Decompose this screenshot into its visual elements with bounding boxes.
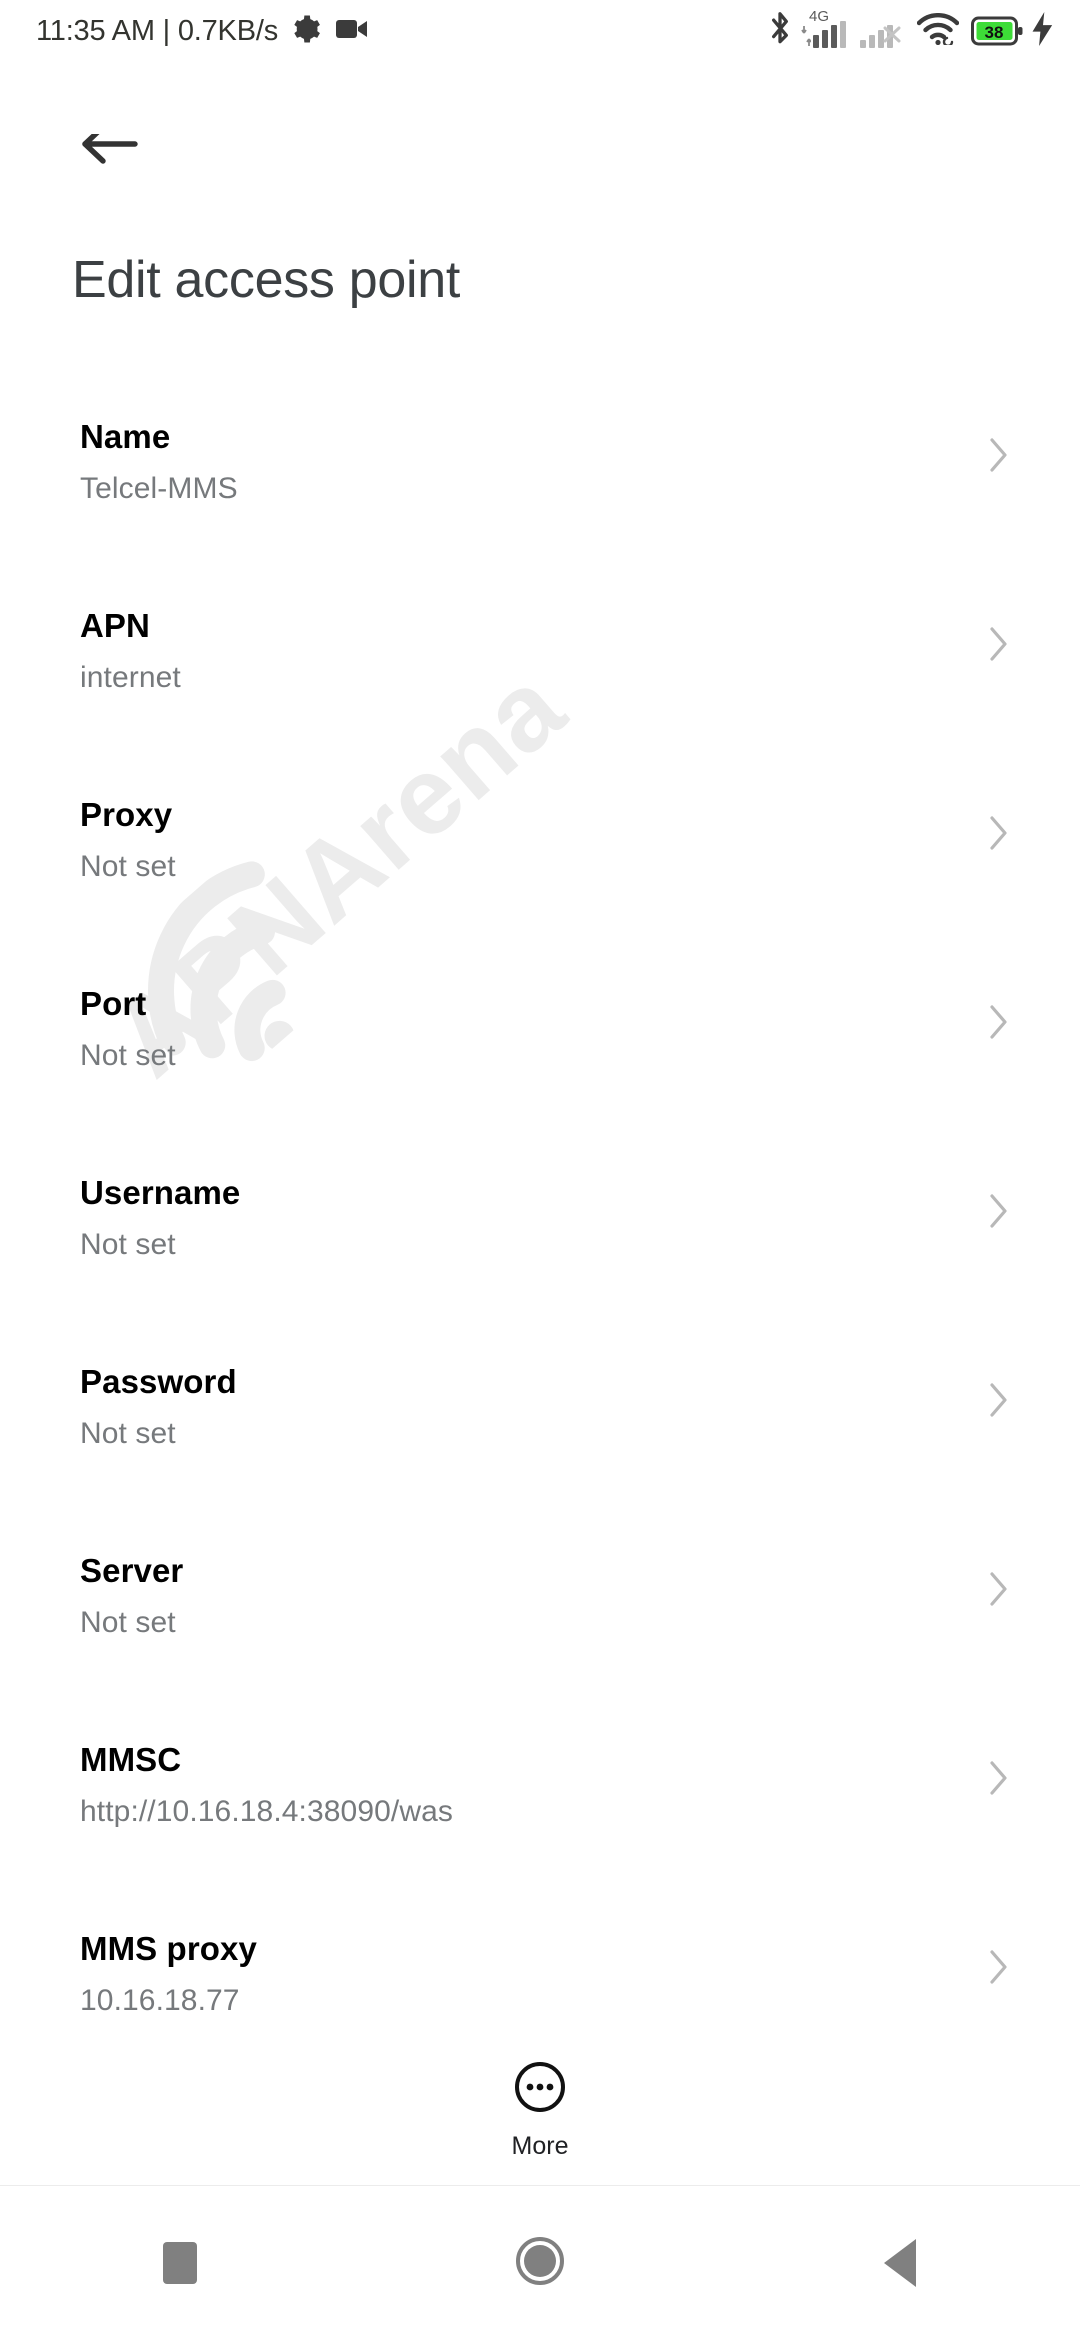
list-item-password[interactable]: Password Not set <box>0 1305 1080 1494</box>
list-item-label: Name <box>80 418 171 455</box>
data-activity-arrows-icon <box>801 22 811 48</box>
network-speed-text: 0.7KB/s <box>177 14 279 47</box>
signal-bar-1 <box>813 35 819 48</box>
list-item-server[interactable]: Server Not set <box>0 1494 1080 1683</box>
more-ellipsis-circle-icon <box>513 2060 567 2119</box>
recents-square-icon <box>163 2242 197 2284</box>
chevron-right-icon <box>990 1761 1008 1800</box>
chevron-right-icon <box>990 627 1008 666</box>
gear-icon <box>291 14 321 49</box>
list-item-value: Not set <box>80 1417 176 1450</box>
recents-button[interactable] <box>80 2213 280 2313</box>
battery-icon: 38 <box>971 16 1023 46</box>
chevron-right-icon <box>990 438 1008 477</box>
signal-bar-3 <box>831 25 837 48</box>
video-camera-icon <box>336 17 368 46</box>
wifi-icon <box>916 12 960 50</box>
home-button[interactable] <box>440 2213 640 2313</box>
clock-text: 11:35 AM <box>36 14 155 47</box>
list-item-mms-proxy[interactable]: MMS proxy 10.16.18.77 <box>0 1872 1080 2061</box>
chevron-right-icon <box>990 1005 1008 1044</box>
apn-settings-list: Name Telcel-MMS APN internet Proxy Not s… <box>0 360 1080 2061</box>
list-item-label: Server <box>80 1552 184 1589</box>
list-item-value: Not set <box>80 1228 176 1261</box>
list-item-label: Password <box>80 1363 237 1400</box>
more-button[interactable]: More <box>0 2060 1080 2161</box>
list-item-value: Not set <box>80 1039 176 1072</box>
status-bar-left: 11:35 AM | 0.7KB/s <box>36 14 368 49</box>
list-item-label: Port <box>80 985 147 1022</box>
clock-separator: | <box>162 14 171 47</box>
back-triangle-icon <box>884 2239 916 2287</box>
back-button[interactable] <box>66 123 152 188</box>
list-item-mmsc[interactable]: MMSC http://10.16.18.4:38090/was <box>0 1683 1080 1872</box>
status-bar-clock-and-speed: 11:35 AM | 0.7KB/s <box>36 15 278 48</box>
list-item-value: internet <box>80 661 181 694</box>
signal-bar-4 <box>840 21 846 48</box>
back-nav-button[interactable] <box>800 2213 1000 2313</box>
list-item-label: Proxy <box>80 796 173 833</box>
chevron-right-icon <box>990 1194 1008 1233</box>
chevron-right-icon <box>990 1572 1008 1611</box>
list-item-name[interactable]: Name Telcel-MMS <box>0 360 1080 549</box>
cellular-signal-no-service-icon <box>860 14 903 48</box>
status-bar-right: 4G 38 <box>767 9 1054 53</box>
svg-text:38: 38 <box>985 23 1004 42</box>
navigation-bar <box>0 2185 1080 2340</box>
list-item-label: MMS proxy <box>80 1930 257 1967</box>
list-item-username[interactable]: Username Not set <box>0 1116 1080 1305</box>
charging-bolt-icon <box>1032 11 1054 51</box>
list-item-value: Not set <box>80 850 176 883</box>
list-item-value: Not set <box>80 1606 176 1639</box>
list-item-value: 10.16.18.77 <box>80 1984 240 2017</box>
signal-bar-2 <box>822 30 828 48</box>
cellular-signal-icon: 4G <box>801 9 846 48</box>
back-arrow-icon <box>79 123 139 183</box>
list-item-value: http://10.16.18.4:38090/was <box>80 1795 453 1828</box>
more-button-label: More <box>511 2132 569 2160</box>
signal2-bar-2 <box>869 35 875 48</box>
home-circle-icon <box>514 2235 566 2292</box>
signal2-bar-1 <box>860 40 866 48</box>
list-item-label: Username <box>80 1174 241 1211</box>
list-item-proxy[interactable]: Proxy Not set <box>0 738 1080 927</box>
page-title: Edit access point <box>72 251 460 309</box>
list-item-value: Telcel-MMS <box>80 472 238 505</box>
list-item-apn[interactable]: APN internet <box>0 549 1080 738</box>
list-item-label: MMSC <box>80 1741 182 1778</box>
signal-bars <box>813 21 846 48</box>
list-item-port[interactable]: Port Not set <box>0 927 1080 1116</box>
chevron-right-icon <box>990 816 1008 855</box>
list-item-label: APN <box>80 607 150 644</box>
no-sim-x-icon <box>881 23 903 50</box>
bluetooth-icon <box>767 10 793 53</box>
chevron-right-icon <box>990 1383 1008 1422</box>
chevron-right-icon <box>990 1950 1008 1989</box>
network-type-label: 4G <box>809 8 830 25</box>
status-bar: 11:35 AM | 0.7KB/s 4G 38 <box>0 0 1080 62</box>
